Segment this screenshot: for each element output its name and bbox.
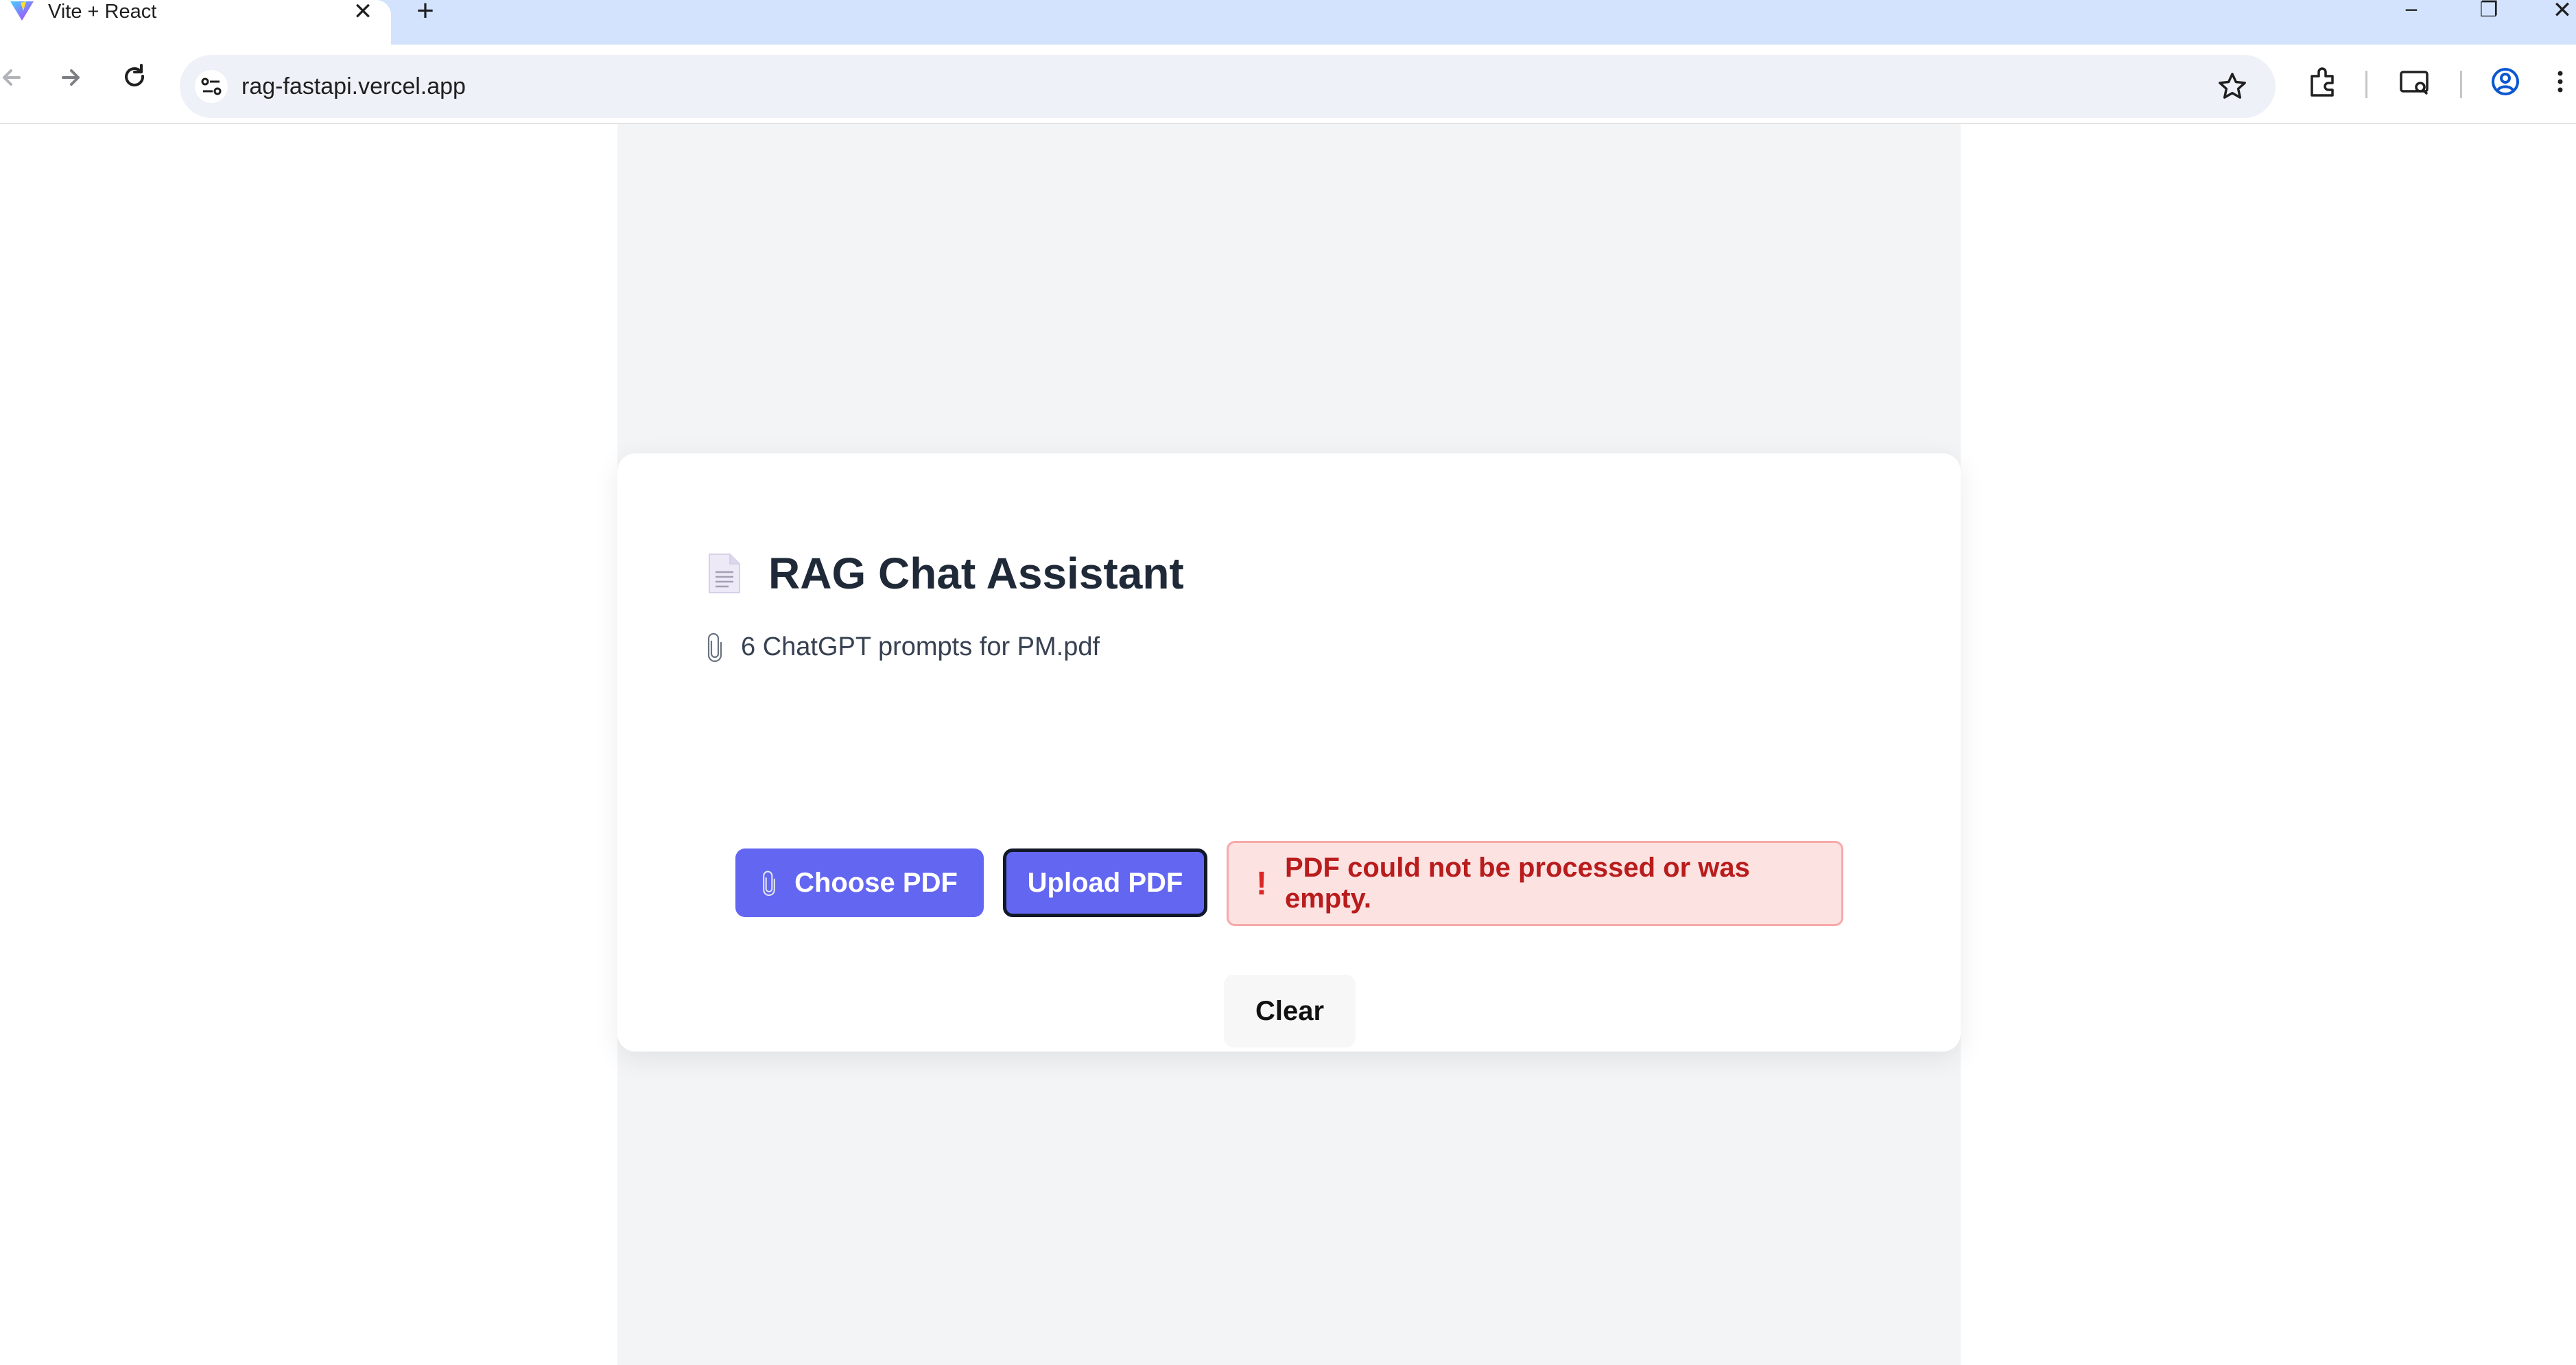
window-minimize-button[interactable]: − xyxy=(2391,0,2432,23)
choose-pdf-button[interactable]: Choose PDF xyxy=(735,848,984,917)
tab-strip: Vite + React ✕ + − ❐ ✕ xyxy=(0,0,2576,45)
tab-close-icon[interactable]: ✕ xyxy=(351,0,375,23)
address-bar[interactable]: rag-fastapi.vercel.app xyxy=(180,55,2276,118)
error-alert: ! PDF could not be processed or was empt… xyxy=(1227,841,1843,926)
back-icon[interactable] xyxy=(0,58,30,97)
window-close-button[interactable]: ✕ xyxy=(2542,0,2576,23)
document-icon xyxy=(709,554,740,593)
reload-icon[interactable] xyxy=(115,58,154,97)
error-message: PDF could not be processed or was empty. xyxy=(1284,853,1750,914)
star-icon[interactable] xyxy=(2217,71,2248,102)
more-icon[interactable] xyxy=(2547,61,2574,102)
choose-pdf-label: Choose PDF xyxy=(794,867,958,898)
header: RAG Chat Assistant xyxy=(707,546,1184,601)
selected-file: 6 ChatGPT prompts for PM.pdf xyxy=(707,626,1100,667)
clear-button[interactable]: Clear xyxy=(1224,975,1356,1047)
window-restore-button[interactable]: ❐ xyxy=(2468,0,2509,23)
new-tab-button[interactable]: + xyxy=(412,0,439,26)
clear-label: Clear xyxy=(1255,995,1325,1026)
forward-icon[interactable] xyxy=(52,58,91,97)
paperclip-icon xyxy=(763,870,775,896)
paperclip-icon xyxy=(707,632,722,662)
tab-title: Vite + React xyxy=(48,1,157,23)
site-settings-icon[interactable] xyxy=(195,70,228,103)
url-text[interactable]: rag-fastapi.vercel.app xyxy=(241,55,466,118)
page-title: RAG Chat Assistant xyxy=(768,549,1184,598)
upload-pdf-button[interactable]: Upload PDF xyxy=(1003,848,1207,917)
upload-card: RAG Chat Assistant 6 ChatGPT prompts for… xyxy=(617,453,1961,1052)
page-viewport: RAG Chat Assistant 6 ChatGPT prompts for… xyxy=(0,124,2576,1365)
exclamation-icon: ! xyxy=(1256,865,1267,902)
toolbar-divider xyxy=(2460,71,2462,98)
profile-icon[interactable] xyxy=(2485,61,2526,102)
selected-file-name: 6 ChatGPT prompts for PM.pdf xyxy=(741,632,1100,661)
extensions-icon[interactable] xyxy=(2302,61,2343,102)
toolbar-divider xyxy=(2365,71,2367,98)
upload-pdf-label: Upload PDF xyxy=(1027,867,1183,898)
vite-logo-icon xyxy=(10,1,34,21)
browser-toolbar: rag-fastapi.vercel.app xyxy=(0,45,2576,124)
tab-search-icon[interactable] xyxy=(2394,61,2435,102)
browser-tab[interactable]: Vite + React ✕ xyxy=(0,0,391,45)
